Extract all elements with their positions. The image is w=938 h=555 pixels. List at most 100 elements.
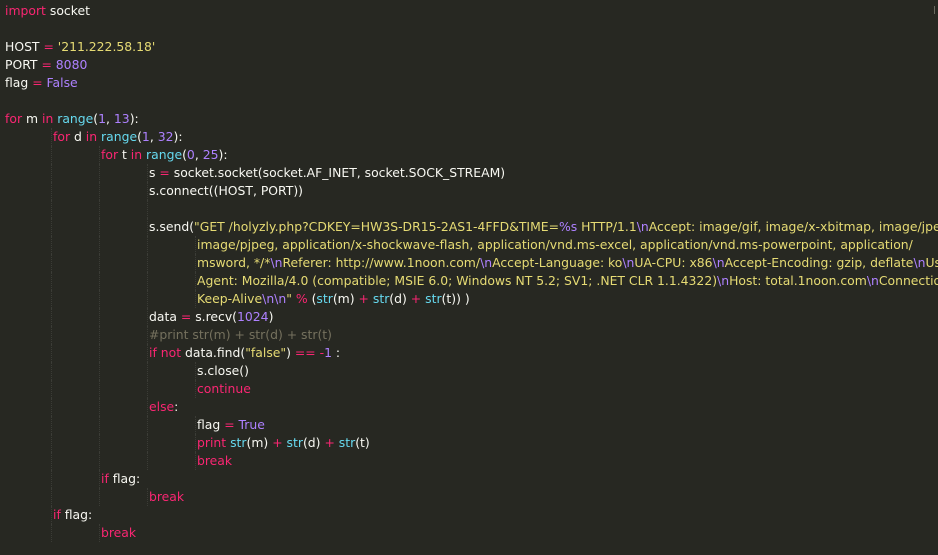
code-token: \n (866, 273, 879, 288)
code-line: print str(m) + str(d) + str(t) (5, 434, 933, 452)
code-line-text: if not data.find("false") == -1 : (149, 344, 340, 362)
code-line: s = socket.socket(socket.AF_INET, socket… (5, 164, 933, 182)
indent-guide (99, 488, 100, 506)
code-token: (d) (302, 435, 325, 450)
code-line: s.send("GET /holyzly.php?CDKEY=HW3S-DR15… (5, 218, 938, 236)
code-token: in (130, 147, 143, 162)
code-line-text: continue (197, 380, 251, 398)
indent-guide (147, 236, 148, 254)
code-token: ): (218, 147, 228, 162)
code-token: s.send( (149, 219, 195, 234)
indent-guide (147, 398, 148, 416)
code-token: data (149, 309, 181, 324)
code-token: in (42, 111, 54, 126)
indent-guide (195, 290, 196, 308)
code-token: Accept-Language: ko (492, 255, 623, 270)
code-line-text: else: (149, 398, 178, 416)
code-token: (m) (246, 435, 273, 450)
code-line-text: s = socket.socket(socket.AF_INET, socket… (149, 164, 505, 182)
code-line-text: break (101, 524, 136, 542)
code-line: else: (5, 398, 933, 416)
code-token: HTTP/1.1 (577, 219, 637, 234)
indent-guide (51, 272, 52, 290)
indent-guide (51, 362, 52, 380)
indent-guide (51, 146, 52, 164)
code-token: , (194, 147, 203, 162)
code-line-text: flag = True (197, 416, 265, 434)
code-token: str (230, 435, 247, 450)
code-line-text: data = s.recv(1024) (149, 308, 273, 326)
indent-guide (99, 290, 100, 308)
indent-guide (147, 380, 148, 398)
code-area[interactable]: import socket HOST = '211.222.58.18' PORT … (5, 2, 938, 542)
code-token: \n (480, 255, 493, 270)
code-token: image/pjpeg, application/x-shockwave-fla… (197, 237, 913, 252)
scrollbar-marker[interactable] (934, 6, 935, 14)
code-token: , (106, 111, 114, 126)
code-line: break (5, 488, 933, 506)
code-token: False (46, 75, 78, 90)
indent-guide (51, 380, 52, 398)
code-line-text: if flag: (53, 506, 92, 524)
code-token: User- (925, 255, 938, 270)
indent-guide (147, 182, 148, 200)
indent-guide (99, 182, 100, 200)
code-token: 0 (186, 147, 195, 162)
code-token: \n (622, 255, 635, 270)
indent-guide (147, 272, 148, 290)
code-line-text: PORT = 8080 (5, 56, 87, 74)
code-token: %s (558, 219, 578, 234)
code-token: (t)) ) (441, 291, 470, 306)
code-line: continue (5, 380, 933, 398)
indent-guide (147, 326, 148, 344)
code-line: if not data.find("false") == -1 : (5, 344, 933, 362)
code-line-text: #print str(m) + str(d) + str(t) (149, 326, 332, 344)
code-token: range (146, 147, 183, 162)
code-token: \n (270, 255, 283, 270)
indent-guide (147, 308, 148, 326)
indent-guide (147, 452, 148, 470)
code-token: + (358, 291, 369, 306)
code-line-text: s.send("GET /holyzly.php?CDKEY=HW3S-DR15… (149, 218, 938, 236)
code-token: Connection: (878, 273, 938, 288)
indent-guide (99, 362, 100, 380)
indent-guide (99, 344, 100, 362)
code-token: if (101, 471, 109, 486)
indent-guide (51, 398, 52, 416)
code-line-text: HOST = '211.222.58.18' (5, 38, 155, 56)
code-line: Keep-Alive\n\n" % (str(m) + str(d) + str… (5, 290, 933, 308)
code-token: = (180, 309, 192, 324)
code-token: flag: (60, 507, 93, 522)
indent-guide (147, 218, 148, 236)
code-token: Agent: Mozilla/4.0 (compatible; MSIE 6.0… (197, 273, 718, 288)
code-line (5, 200, 933, 218)
code-line: if flag: (5, 506, 933, 524)
indent-guide (51, 470, 52, 488)
code-token: if (149, 345, 157, 360)
indent-guide (99, 452, 100, 470)
code-token: True (238, 417, 265, 432)
code-token: s (149, 165, 160, 180)
code-line-text: s.connect((HOST, PORT)) (149, 182, 303, 200)
indent-guide (51, 452, 52, 470)
indent-guide (195, 362, 196, 380)
code-line: if flag: (5, 470, 933, 488)
code-line-text: image/pjpeg, application/x-shockwave-fla… (197, 236, 913, 254)
indent-guide (99, 146, 100, 164)
code-line-text: Agent: Mozilla/4.0 (compatible; MSIE 6.0… (197, 272, 938, 290)
code-line-text: break (197, 452, 232, 470)
indent-guide (51, 254, 52, 272)
indent-guide (51, 344, 52, 362)
indent-guide (99, 326, 100, 344)
code-line-text: for m in range(1, 13): (5, 110, 139, 128)
code-token: print (197, 435, 227, 450)
indent-guide (99, 164, 100, 182)
code-line: for d in range(1, 32): (5, 128, 933, 146)
indent-guide (51, 128, 52, 146)
code-token: : (331, 345, 341, 360)
code-line: Agent: Mozilla/4.0 (compatible; MSIE 6.0… (5, 272, 938, 290)
code-token: Host: total.1noon.com (729, 273, 867, 288)
indent-guide (195, 452, 196, 470)
code-line: #print str(m) + str(d) + str(t) (5, 326, 933, 344)
